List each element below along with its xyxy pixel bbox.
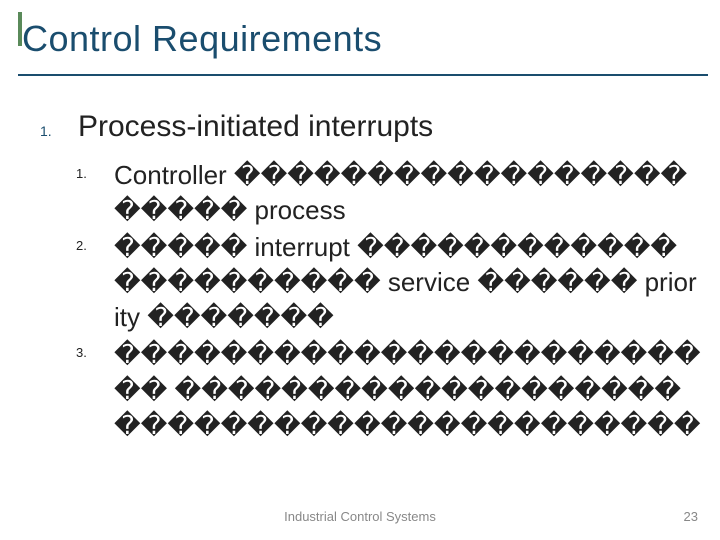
list-number: 3. xyxy=(76,337,92,360)
list-number: 1. xyxy=(40,123,60,139)
list-number: 1. xyxy=(76,158,92,181)
list-item-level1: 1. Process-initiated interrupts xyxy=(40,110,702,144)
list-number: 2. xyxy=(76,230,92,253)
list-item-level2: 2. ����� interrupt ���������������������… xyxy=(76,230,702,335)
list-text: Controller ���������������������� proces… xyxy=(114,158,702,228)
title-underline xyxy=(18,74,708,76)
list-text: ����� interrupt ���������������������� s… xyxy=(114,230,702,335)
title-block: Control Requirements xyxy=(18,10,702,72)
slide-title: Control Requirements xyxy=(22,18,702,60)
slide: Control Requirements 1. Process-initiate… xyxy=(0,0,720,540)
list-text: Process-initiated interrupts xyxy=(78,110,433,144)
list-item-level2: 1. Controller ���������������������� pro… xyxy=(76,158,702,228)
sublist: 1. Controller ���������������������� pro… xyxy=(40,158,702,443)
list-text: ������������������������ ���������������… xyxy=(114,337,702,442)
page-number: 23 xyxy=(684,509,698,524)
title-accent xyxy=(18,12,22,46)
content-area: 1. Process-initiated interrupts 1. Contr… xyxy=(18,72,702,443)
list-item-level2: 3. ������������������������ ������������… xyxy=(76,337,702,442)
footer-text: Industrial Control Systems xyxy=(0,509,720,524)
